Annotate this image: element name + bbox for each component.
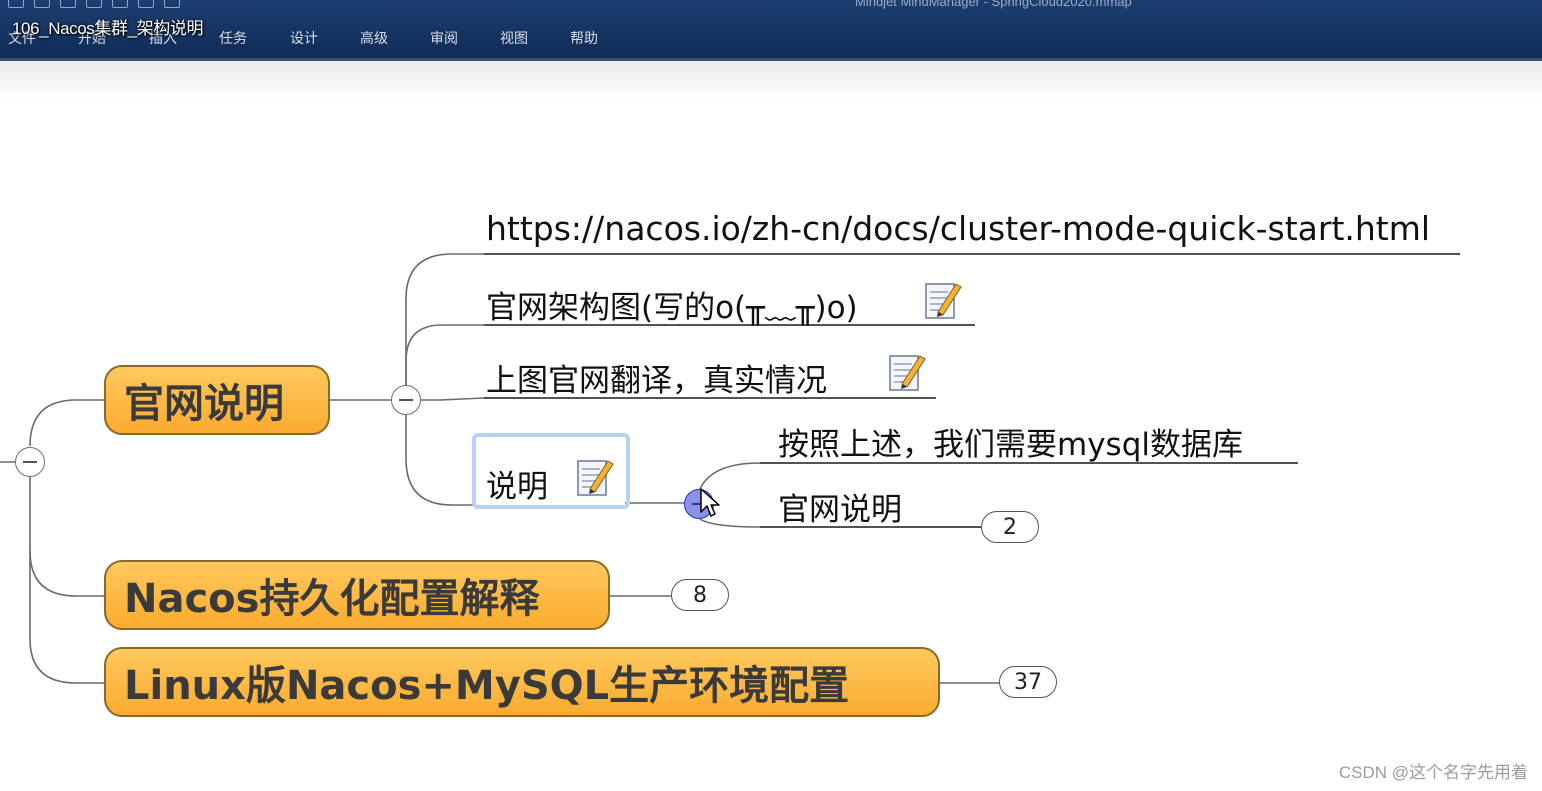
root-collapse-toggle[interactable] [15, 447, 45, 477]
collapsed-count-badge[interactable]: 2 [981, 511, 1039, 543]
check-icon[interactable] [86, 0, 102, 8]
save-icon[interactable] [60, 0, 76, 8]
tab-review[interactable]: 审阅 [430, 28, 458, 48]
subtopic-architecture-diagram[interactable]: 官网架构图(写的o(╥﹏╥)o) [486, 282, 858, 327]
help-icon[interactable] [164, 0, 180, 8]
watermark: CSDN @这个名字先用着 [1338, 763, 1528, 782]
note-icon[interactable] [924, 278, 962, 320]
open-icon[interactable] [34, 0, 50, 8]
branch-nacos-persistence[interactable]: Nacos持久化配置解释 [104, 560, 610, 630]
video-title-overlay: 106_Nacos集群_架构说明 [12, 19, 204, 38]
branch-linux-nacos-mysql[interactable]: Linux版Nacos+MySQL生产环境配置 [104, 647, 940, 717]
collapsed-count-badge[interactable]: 8 [671, 579, 729, 611]
new-icon[interactable] [8, 0, 24, 8]
branch-collapse-toggle[interactable] [391, 385, 421, 415]
tab-task[interactable]: 任务 [219, 28, 247, 48]
branch-official-docs[interactable]: 官网说明 [104, 365, 330, 435]
subtopic-cluster-doc-link[interactable]: https://nacos.io/zh-cn/docs/cluster-mode… [486, 209, 1430, 248]
tab-design[interactable]: 设计 [290, 28, 318, 48]
redo-icon[interactable] [138, 0, 154, 8]
tab-advanced[interactable]: 高级 [360, 28, 388, 48]
subsubtopic-need-mysql[interactable]: 按照上述，我们需要mysql数据库 [778, 419, 1243, 464]
tab-help[interactable]: 帮助 [570, 28, 598, 48]
note-icon[interactable] [576, 455, 614, 497]
subsubtopic-official-docs[interactable]: 官网说明 [778, 484, 902, 529]
quick-access-toolbar [8, 0, 180, 8]
tab-view[interactable]: 视图 [500, 28, 528, 48]
mindmap-canvas[interactable]: 官网说明 Nacos持久化配置解释 Linux版Nacos+MySQL生产环境配… [0, 61, 1542, 791]
mouse-cursor-icon [700, 488, 720, 517]
note-icon[interactable] [888, 350, 926, 392]
title-bar: Mindjet MindManager - SpringCloud2020.mm… [0, 0, 1542, 61]
subtopic-translation[interactable]: 上图官网翻译，真实情况 [486, 355, 827, 400]
collapsed-count-badge[interactable]: 37 [999, 666, 1057, 698]
app-title: Mindjet MindManager - SpringCloud2020.mm… [855, 0, 1132, 9]
undo-icon[interactable] [112, 0, 128, 8]
